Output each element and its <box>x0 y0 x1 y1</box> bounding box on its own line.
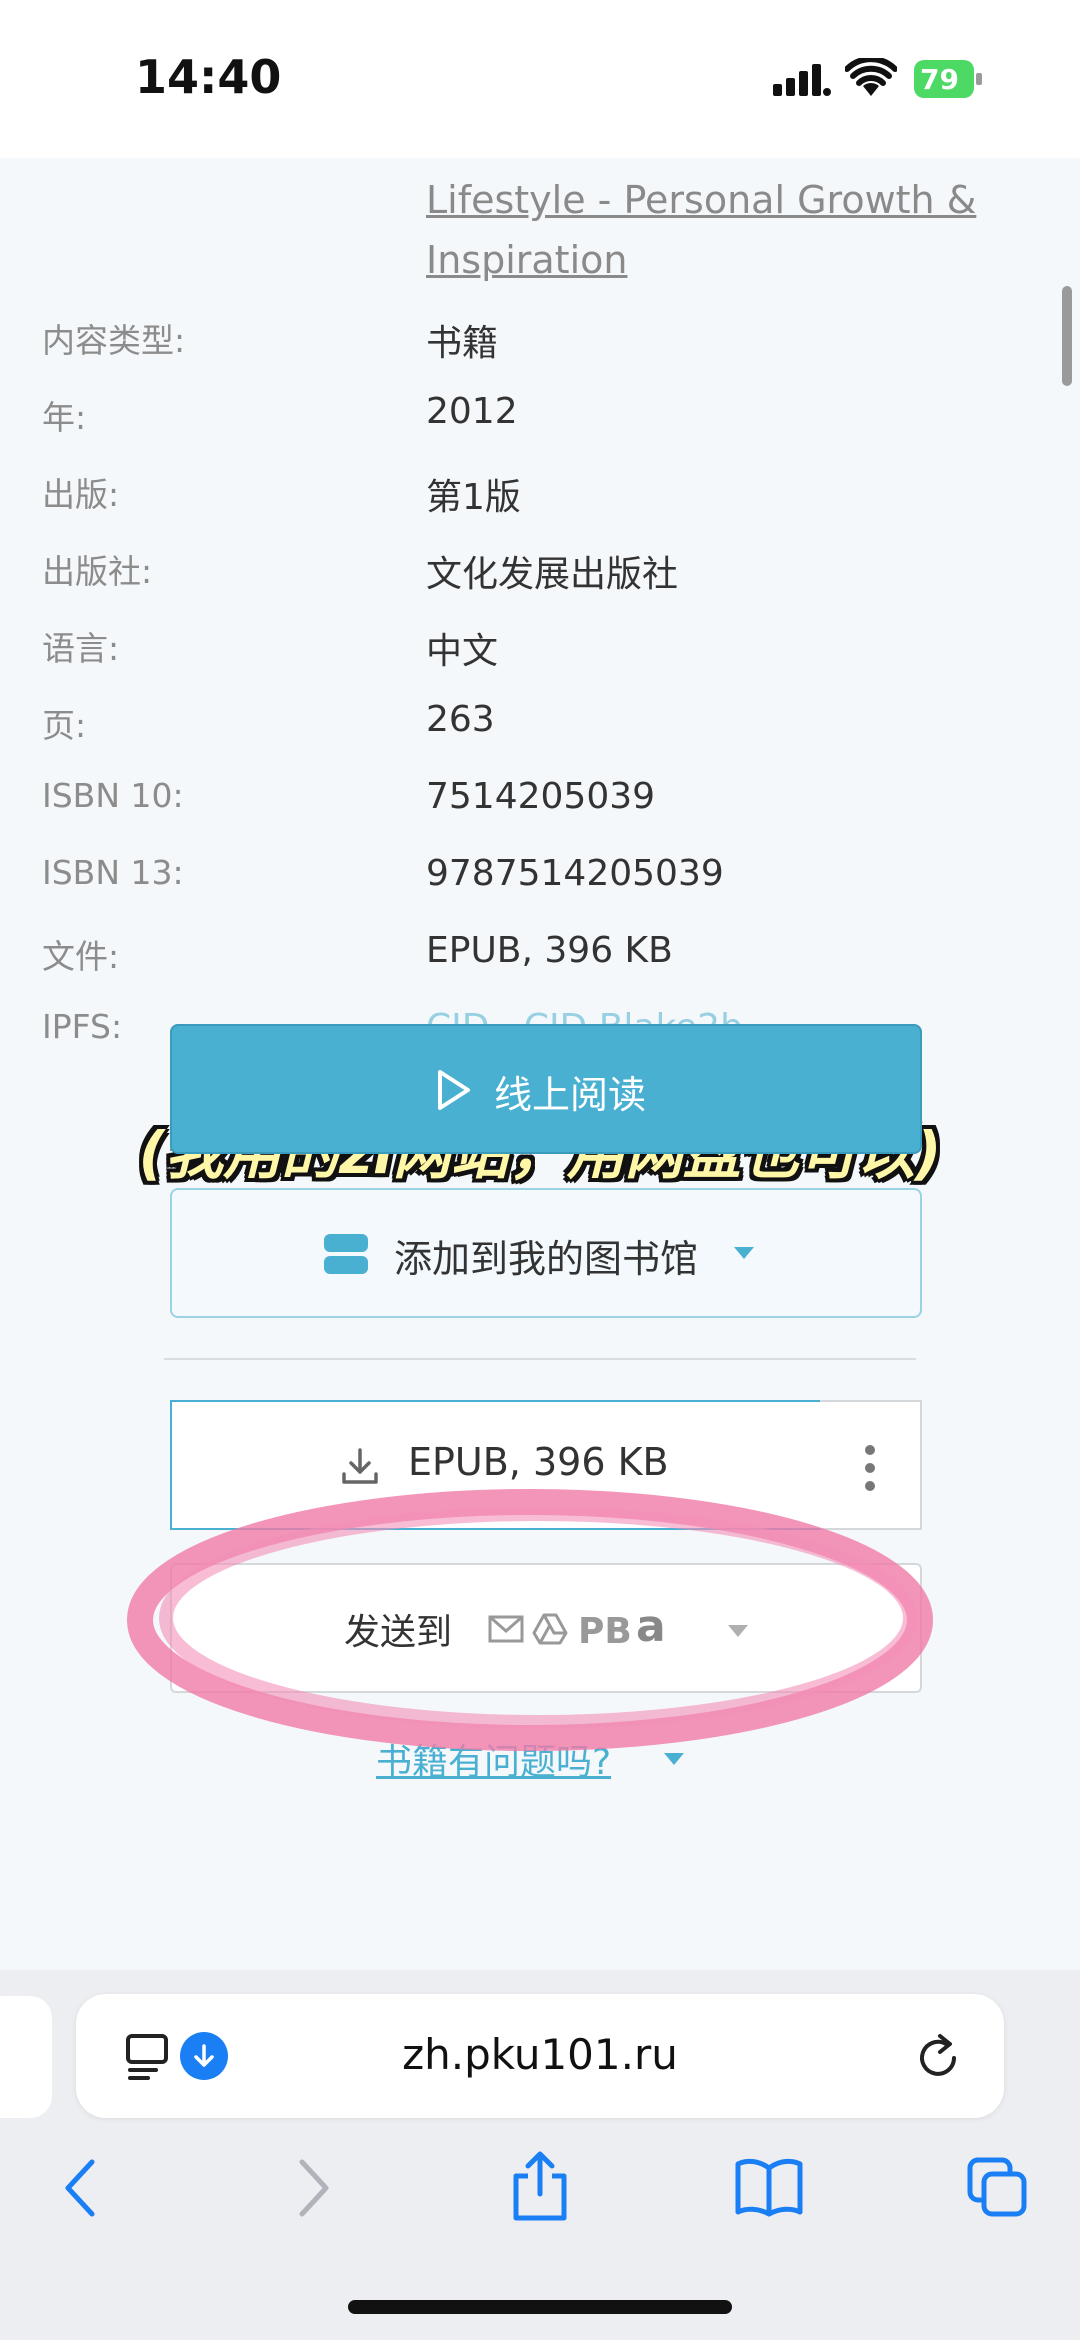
add-to-library-label: 添加到我的图书馆 <box>394 1237 699 1281</box>
detail-value: EPUB, 396 KB <box>426 930 673 971</box>
detail-value: 7514205039 <box>426 776 656 817</box>
status-time: 14:40 <box>135 50 282 104</box>
detail-label: ISBN 10: <box>42 776 184 815</box>
forward-icon[interactable] <box>294 2158 334 2218</box>
detail-row-content-type: 内容类型: 书籍 <box>0 314 1080 374</box>
share-icon[interactable] <box>510 2150 570 2222</box>
category-link-line1[interactable]: Lifestyle - Personal Growth & <box>426 178 976 222</box>
detail-row-language: 语言: 中文 <box>0 622 1080 682</box>
detail-label: 出版: <box>42 475 120 514</box>
detail-row-file: 文件: EPUB, 396 KB <box>0 930 1080 990</box>
previous-tab-edge[interactable] <box>0 1996 52 2118</box>
detail-label: 年: <box>42 398 87 437</box>
detail-label: 出版社: <box>42 552 153 591</box>
highlight-oval <box>127 1489 933 1751</box>
detail-label: ISBN 13: <box>42 853 184 892</box>
detail-row-isbn10: ISBN 10: 7514205039 <box>0 776 1080 836</box>
detail-value: 文化发展出版社 <box>426 554 679 595</box>
browser-toolbar: zh.pku101.ru <box>0 1970 1080 2340</box>
wifi-icon <box>845 58 897 96</box>
reload-icon[interactable] <box>916 2032 962 2080</box>
detail-row-year: 年: 2012 <box>0 391 1080 451</box>
chevron-down-icon[interactable] <box>734 1247 754 1259</box>
detail-label: 内容类型: <box>42 321 186 360</box>
back-icon[interactable] <box>60 2158 100 2218</box>
battery-level: 79 <box>920 63 959 96</box>
tabs-icon[interactable] <box>966 2156 1030 2218</box>
play-icon <box>438 1070 470 1110</box>
status-bar: 14:40 79 <box>0 0 1080 158</box>
bookmarks-icon[interactable] <box>734 2156 804 2218</box>
category-link-line2[interactable]: Inspiration <box>426 238 627 282</box>
detail-row-pages: 页: 263 <box>0 699 1080 759</box>
detail-value: 书籍 <box>426 323 499 364</box>
scrollbar[interactable] <box>1062 286 1072 386</box>
detail-label: 页: <box>42 706 87 745</box>
detail-value: 中文 <box>426 631 499 672</box>
detail-row-isbn13: ISBN 13: 9787514205039 <box>0 853 1080 913</box>
detail-value: 9787514205039 <box>426 853 724 894</box>
url-text[interactable]: zh.pku101.ru <box>76 2030 1004 2079</box>
read-online-label: 线上阅读 <box>494 1073 647 1117</box>
signal-icon <box>773 64 831 96</box>
detail-label: 语言: <box>42 629 120 668</box>
library-icon <box>324 1234 368 1274</box>
divider <box>164 1358 916 1360</box>
detail-value: 第1版 <box>426 477 521 518</box>
battery-icon: 79 <box>914 60 984 100</box>
home-indicator <box>348 2300 732 2314</box>
detail-value: 2012 <box>426 391 518 432</box>
detail-value: 263 <box>426 699 495 740</box>
read-online-button[interactable]: 线上阅读 <box>170 1024 922 1154</box>
detail-row-publisher: 出版社: 文化发展出版社 <box>0 545 1080 605</box>
detail-label: 文件: <box>42 937 120 976</box>
add-to-library-button[interactable]: 添加到我的图书馆 <box>170 1188 922 1318</box>
detail-row-edition: 出版: 第1版 <box>0 468 1080 528</box>
address-bar[interactable]: zh.pku101.ru <box>76 1994 1004 2118</box>
